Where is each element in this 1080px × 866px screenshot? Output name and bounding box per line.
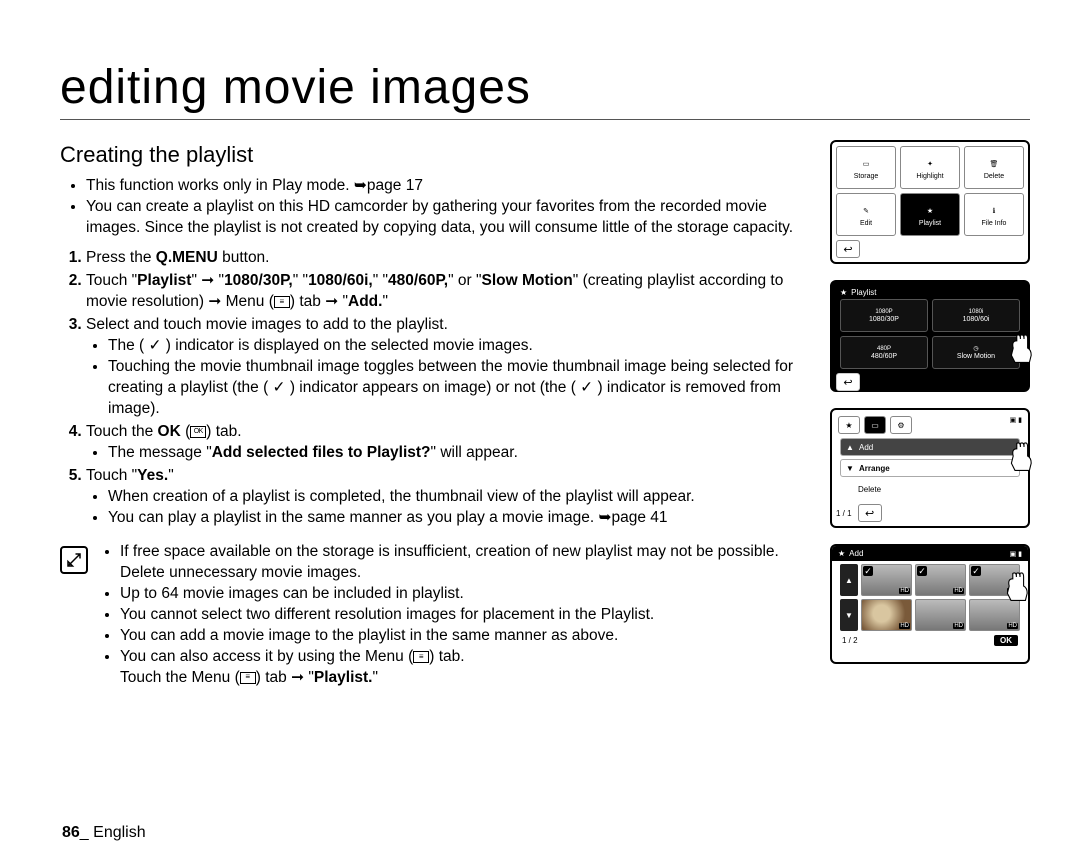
page-number: 86_ English — [62, 824, 146, 842]
check-icon: ✓ — [917, 566, 927, 576]
highlight-icon: ✦ — [922, 156, 938, 172]
step-2: Touch "Playlist" ➞ "1080/30P," "1080/60i… — [86, 271, 810, 313]
check-icon: ✓ — [863, 566, 873, 576]
check-icon: ✓ — [971, 566, 981, 576]
tab-playlist: ★ — [838, 416, 860, 434]
section-subtitle: Creating the playlist — [60, 140, 810, 170]
ok-icon — [190, 426, 206, 438]
menu-icon — [240, 672, 256, 684]
step-1: Press the Q.MENU button. — [86, 248, 810, 269]
intro-bullet: This function works only in Play mode. ➥… — [86, 176, 810, 197]
screen-qmenu: ▭Storage ✦Highlight 🗑Delete ✎Edit ★Playl… — [830, 140, 1030, 264]
step-4: Touch the OK () tab. The message "Add se… — [86, 422, 810, 464]
menu-icon — [413, 651, 429, 663]
note-icon — [60, 546, 88, 574]
illustration-column: ▭Storage ✦Highlight 🗑Delete ✎Edit ★Playl… — [830, 140, 1030, 689]
hand-pointer-icon — [1006, 330, 1042, 368]
ok-button: OK — [994, 635, 1018, 646]
storage-icon: ▭ — [858, 156, 874, 172]
chevron-down-icon: ▼ — [845, 464, 855, 473]
page-title: editing movie images — [60, 60, 1030, 120]
hand-pointer-icon — [1002, 568, 1038, 606]
screen-playlist-res: ★Playlist 1080P1080/30P 1080i1080/60i 48… — [830, 280, 1030, 392]
step-3: Select and touch movie images to add to … — [86, 315, 810, 420]
tab-settings: ⚙ — [890, 416, 912, 434]
delete-icon: 🗑 — [986, 156, 1002, 172]
back-icon: ↩ — [836, 240, 860, 258]
intro-bullet: You can create a playlist on this HD cam… — [86, 197, 810, 239]
down-nav: ▼ — [840, 599, 858, 631]
menu-icon — [274, 296, 290, 308]
edit-icon: ✎ — [858, 203, 874, 219]
notes-list: If free space available on the storage i… — [98, 542, 810, 688]
playlist-icon: ★ — [840, 288, 847, 297]
chevron-up-icon: ▲ — [845, 443, 855, 452]
step-5: Touch "Yes." When creation of a playlist… — [86, 466, 810, 529]
main-text: Creating the playlist This function work… — [60, 140, 810, 689]
fileinfo-icon: ℹ — [986, 203, 1002, 219]
screen-add-thumbs: ★Add ▣ ▮ ▲ ✓HD ✓HD ✓HD ▼ HD HD HD 1 / 2 … — [830, 544, 1030, 664]
playlist-icon: ★ — [838, 549, 845, 558]
screen-menu-list: ★ ▭ ⚙ ▣ ▮ ▲Add ▼Arrange Delete 1 / 1↩ — [830, 408, 1030, 528]
hand-pointer-icon — [1006, 438, 1042, 476]
tab-menu-active: ▭ — [864, 416, 886, 434]
playlist-icon: ★ — [922, 203, 938, 219]
up-nav: ▲ — [840, 564, 858, 596]
